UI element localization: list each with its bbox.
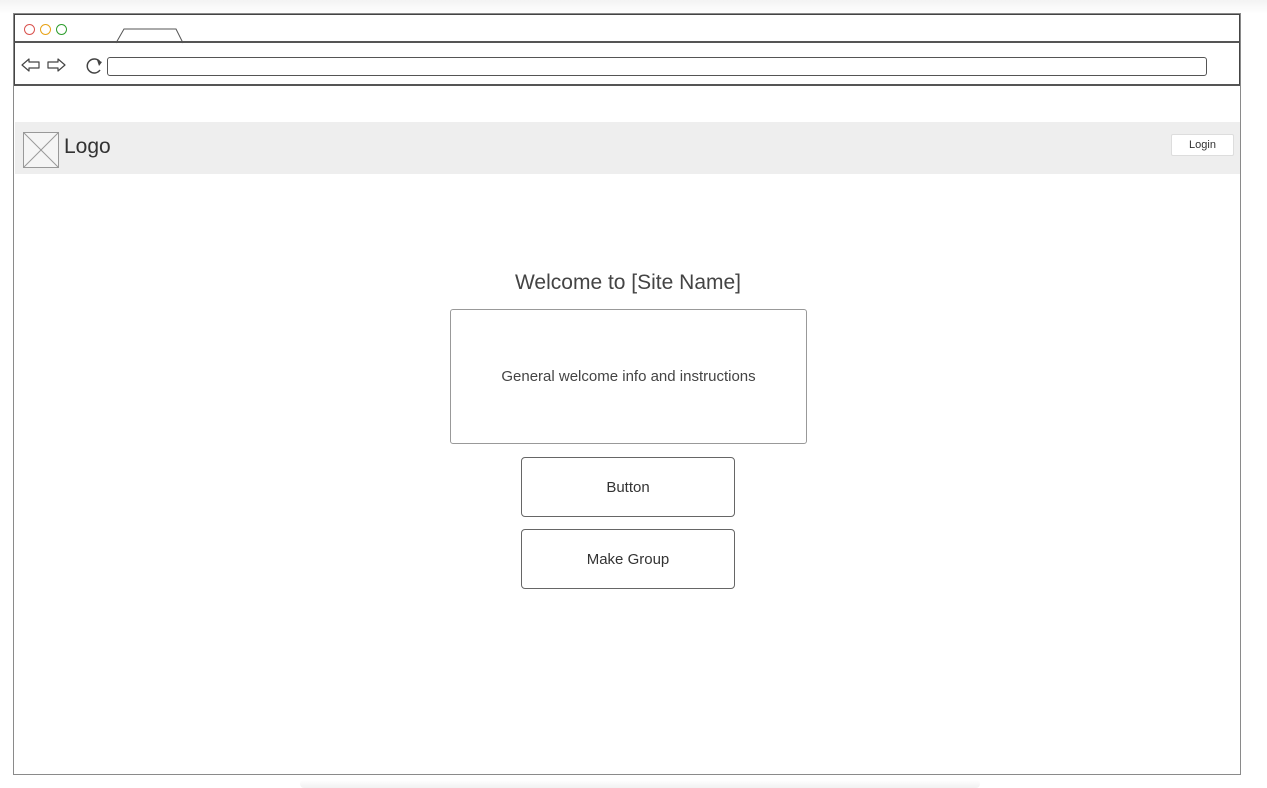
welcome-info-text: General welcome info and instructions (501, 368, 756, 385)
reload-icon[interactable] (85, 57, 105, 75)
browser-titlebar (14, 14, 1240, 44)
primary-button[interactable]: Button (521, 457, 735, 517)
page-title: Welcome to [Site Name] (514, 271, 742, 294)
browser-tab[interactable] (115, 28, 185, 44)
make-group-button[interactable]: Make Group (521, 529, 735, 589)
minimize-dot-icon[interactable] (40, 24, 51, 35)
screen: Logo Login Welcome to [Site Name] Genera… (0, 0, 1267, 788)
browser-navbar (14, 43, 1240, 86)
site-header: Logo Login (15, 122, 1240, 174)
address-bar[interactable] (107, 57, 1207, 76)
top-shadow (0, 0, 1267, 14)
logo-text: Logo (64, 135, 111, 158)
back-arrow-icon[interactable] (21, 57, 41, 73)
image-placeholder-icon (23, 132, 59, 168)
forward-arrow-icon[interactable] (46, 57, 66, 73)
bottom-shadow (300, 780, 980, 788)
close-dot-icon[interactable] (24, 24, 35, 35)
make-group-button-label: Make Group (586, 550, 670, 568)
maximize-dot-icon[interactable] (56, 24, 67, 35)
welcome-info-box: General welcome info and instructions (450, 309, 807, 444)
primary-button-label: Button (606, 478, 650, 496)
login-button[interactable]: Login (1171, 134, 1234, 156)
browser-window: Logo Login Welcome to [Site Name] Genera… (13, 13, 1241, 775)
